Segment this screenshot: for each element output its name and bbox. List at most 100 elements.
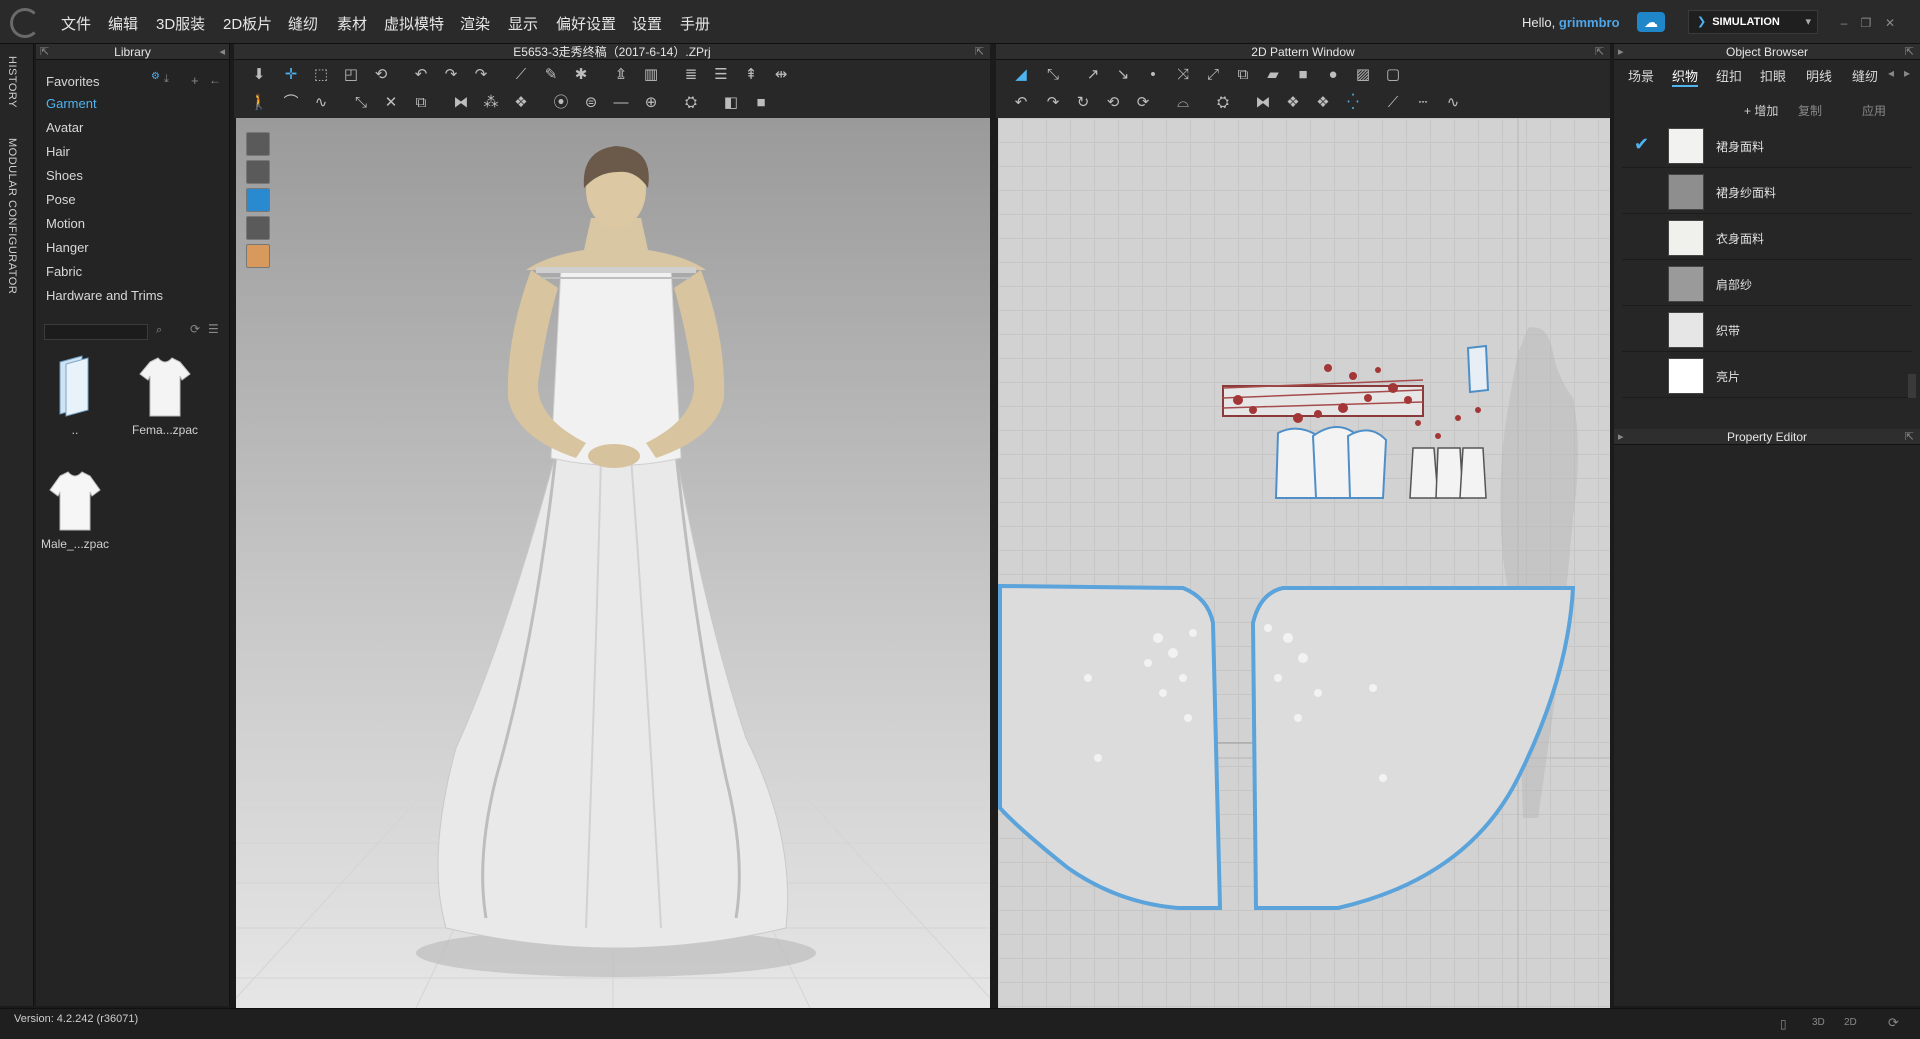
undock-icon[interactable]: ⇱ [40, 45, 49, 58]
simulation-dropdown-icon[interactable]: ▾ [1805, 11, 1811, 33]
ob-scrollbar[interactable] [1908, 374, 1916, 398]
view-texture-icon[interactable] [246, 188, 270, 212]
restore-icon[interactable]: ❐ [1858, 16, 1874, 30]
edit-pattern-icon[interactable]: ⤡ [1042, 64, 1064, 86]
fabric-row[interactable]: 亮片 [1622, 354, 1912, 398]
tab-button[interactable]: 纽扣 [1716, 66, 1742, 85]
library-item-pose[interactable]: Pose [46, 192, 76, 207]
library-thumb-male[interactable]: Male_...zpac [40, 468, 110, 551]
puckering-icon[interactable]: ⊕ [640, 92, 662, 114]
cloud-icon[interactable]: ☁ [1637, 12, 1665, 32]
select-mesh-icon[interactable]: ◰ [340, 64, 362, 86]
menu-render[interactable]: 渲染 [460, 13, 490, 34]
library-item-avatar[interactable]: Avatar [46, 120, 83, 135]
library-item-hanger[interactable]: Hanger [46, 240, 89, 255]
library-search-input[interactable] [44, 324, 148, 340]
library-item-hair[interactable]: Hair [46, 144, 70, 159]
brush-icon[interactable]: ✎ [540, 64, 562, 86]
layout-3d-icon[interactable]: 3D [1812, 1017, 1825, 1028]
simulation-button[interactable]: ❯ SIMULATION ▾ [1688, 10, 1818, 34]
edit-curve-point-icon[interactable]: ↗ [1082, 64, 1104, 86]
add-fabric-button[interactable]: + 增加 [1744, 102, 1778, 119]
search-icon[interactable]: ⌕ [156, 324, 162, 337]
menu-preferences[interactable]: 偏好设置 [556, 13, 616, 34]
box-select-icon[interactable]: ⬚ [310, 64, 332, 86]
fabric-row[interactable]: 肩部纱 [1622, 262, 1912, 306]
username[interactable]: grimmbro [1559, 15, 1620, 30]
fabric-row[interactable]: 织带 [1622, 308, 1912, 352]
tabs-next-icon[interactable]: ▸ [1904, 66, 1910, 80]
layer-icon[interactable]: ≣ [680, 64, 702, 86]
tab-modular-configurator[interactable]: MODULAR CONFIGURATOR [6, 138, 18, 294]
add-point-icon[interactable]: ↘ [1112, 64, 1134, 86]
sew-free-icon[interactable]: ↻ [1072, 92, 1094, 114]
layout-2d-icon[interactable]: 2D [1844, 1017, 1857, 1028]
internal-shape-icon[interactable]: ▨ [1352, 64, 1374, 86]
apply-fabric-button[interactable]: 应用 [1862, 102, 1886, 119]
minimize-icon[interactable]: – [1836, 16, 1852, 30]
edit-point-icon[interactable]: ⤢ [1202, 64, 1224, 86]
menu-file[interactable]: 文件 [61, 13, 91, 34]
curvature-icon[interactable]: • [1142, 64, 1164, 86]
view-skin-icon[interactable] [246, 244, 270, 268]
library-item-garment[interactable]: Garment [46, 96, 97, 111]
tab-topstitch[interactable]: 明线 [1806, 66, 1832, 85]
collapse-icon[interactable]: ◂ [219, 45, 225, 58]
trims-icon[interactable]: ⛭ [680, 92, 702, 114]
menu-sewing[interactable]: 缝纫 [288, 13, 318, 34]
line-2d-icon[interactable]: ⟋ [1382, 92, 1404, 114]
pin-icon[interactable]: ⇞ [740, 64, 762, 86]
menu-3d-garment[interactable]: 3D服装 [156, 13, 205, 34]
cross-tool-icon[interactable]: ✕ [380, 92, 402, 114]
close-icon[interactable]: ✕ [1882, 16, 1898, 30]
tab-buttonhole[interactable]: 扣眼 [1760, 66, 1786, 85]
back-icon[interactable]: ← [209, 73, 221, 87]
view-avatar-icon[interactable] [246, 160, 270, 184]
shirt-tool-icon[interactable]: ▥ [640, 64, 662, 86]
tuck-2d-icon[interactable]: ⟲ [1102, 92, 1124, 114]
tuck-icon[interactable]: ↷ [470, 64, 492, 86]
arrange-icon[interactable]: ⇭ [610, 64, 632, 86]
library-item-motion[interactable]: Motion [46, 216, 85, 231]
tab-fabric[interactable]: 织物 [1672, 66, 1699, 87]
button-2d-icon[interactable]: ⛭ [1212, 92, 1234, 114]
tab-history[interactable]: HISTORY [6, 56, 18, 108]
view-render-icon[interactable] [246, 216, 270, 240]
list-view-icon[interactable]: ☰ [208, 322, 219, 336]
menu-settings[interactable]: 设置 [632, 13, 662, 34]
texture-2d-icon[interactable]: ❖ [1312, 92, 1334, 114]
tab-scene[interactable]: 场景 [1628, 66, 1654, 85]
rectangle-icon[interactable]: ■ [1292, 64, 1314, 86]
line-tool-icon[interactable]: ⤡ [350, 92, 372, 114]
menu-2d-pattern[interactable]: 2D板片 [223, 13, 272, 34]
avatar-walk-icon[interactable]: 🚶 [248, 92, 270, 114]
curve-tool-icon[interactable]: ⌒ [280, 92, 302, 114]
fold-2d-icon[interactable]: ↶ [1010, 92, 1032, 114]
buttonhole-icon[interactable]: ⊜ [580, 92, 602, 114]
folder-pattern-icon[interactable]: ▰ [1262, 64, 1284, 86]
pattern-window[interactable] [998, 118, 1610, 1008]
download-icon[interactable]: ⤓ [164, 73, 169, 86]
reset-layout-icon[interactable]: ⟳ [1888, 1015, 1899, 1031]
check-sew-icon[interactable]: ⌓ [1172, 92, 1194, 114]
graphic-2d-icon[interactable]: ❖ [1282, 92, 1304, 114]
fill-icon[interactable]: ■ [750, 92, 772, 114]
ob-undock-icon[interactable]: ⇱ [1905, 45, 1914, 58]
refresh-icon[interactable]: ⟳ [190, 322, 200, 336]
zipper-2d-icon[interactable]: ⧓ [1252, 92, 1274, 114]
topstitch-icon[interactable]: — [610, 92, 632, 114]
flip-icon[interactable]: ⇹ [770, 64, 792, 86]
tabs-prev-icon[interactable]: ◂ [1888, 66, 1894, 80]
view-front-icon[interactable] [246, 132, 270, 156]
pe-undock-icon[interactable]: ⇱ [1905, 430, 1914, 443]
library-item-shoes[interactable]: Shoes [46, 168, 83, 183]
fabric-row[interactable]: 裙身纱面料 [1622, 170, 1912, 214]
ob-collapse-icon[interactable]: ▸ [1618, 45, 1624, 58]
topstitch-2d-icon[interactable]: ┄ [1412, 92, 1434, 114]
circle-icon[interactable]: ● [1322, 64, 1344, 86]
viewport-3d[interactable] [236, 118, 990, 1008]
menu-manual[interactable]: 手册 [680, 13, 710, 34]
add-favorite-icon[interactable]: + [191, 73, 199, 88]
pattern-window-undock-icon[interactable]: ⇱ [1595, 45, 1604, 58]
polygon-icon[interactable]: ▢ [1382, 64, 1404, 86]
